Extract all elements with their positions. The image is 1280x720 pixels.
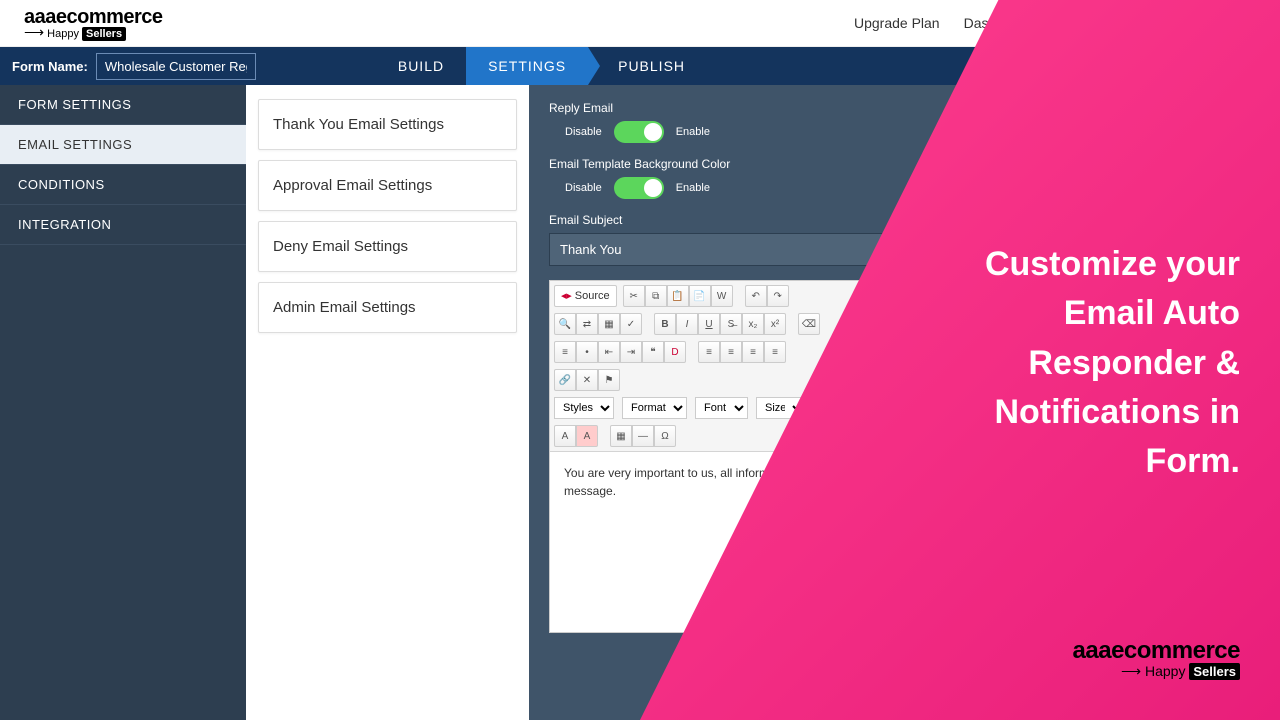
sidebar-form-settings[interactable]: FORM SETTINGS xyxy=(0,85,246,125)
paste-word-icon[interactable]: W xyxy=(711,285,733,307)
sidebar-email-settings[interactable]: EMAIL SETTINGS xyxy=(0,125,246,165)
spell-icon[interactable]: ✓ xyxy=(620,313,642,335)
promo-logo: aaaecommerce ⟶ Happy Sellers xyxy=(1073,637,1240,680)
italic-icon[interactable]: I xyxy=(676,313,698,335)
promo-headline: Customize your Email Auto Responder & No… xyxy=(985,240,1240,486)
undo-icon[interactable]: ↶ xyxy=(745,285,767,307)
nav-upgrade[interactable]: Upgrade Plan xyxy=(854,15,940,31)
bullet-list-icon[interactable]: • xyxy=(576,341,598,363)
card-deny[interactable]: Deny Email Settings xyxy=(258,221,517,272)
card-admin[interactable]: Admin Email Settings xyxy=(258,282,517,333)
format-select[interactable]: Format xyxy=(622,397,687,419)
underline-icon[interactable]: U xyxy=(698,313,720,335)
align-justify-icon[interactable]: ≡ xyxy=(764,341,786,363)
sidebar-integration[interactable]: INTEGRATION xyxy=(0,205,246,245)
indent-icon[interactable]: ⇥ xyxy=(620,341,642,363)
align-left-icon[interactable]: ≡ xyxy=(698,341,720,363)
select-all-icon[interactable]: ▦ xyxy=(598,313,620,335)
cut-icon[interactable]: ✂ xyxy=(623,285,645,307)
align-right-icon[interactable]: ≡ xyxy=(742,341,764,363)
anchor-icon[interactable]: ⚑ xyxy=(598,369,620,391)
tab-publish[interactable]: PUBLISH xyxy=(588,47,707,85)
text-color-icon[interactable]: A xyxy=(554,425,576,447)
find-icon[interactable]: 🔍 xyxy=(554,313,576,335)
strike-icon[interactable]: S̶ xyxy=(720,313,742,335)
unlink-icon[interactable]: ✕ xyxy=(576,369,598,391)
remove-format-icon[interactable]: ⌫ xyxy=(798,313,820,335)
source-button[interactable]: Source xyxy=(554,285,617,307)
sidebar: FORM SETTINGS EMAIL SETTINGS CONDITIONS … xyxy=(0,85,246,720)
tab-build[interactable]: BUILD xyxy=(376,47,466,85)
email-settings-list: Thank You Email Settings Approval Email … xyxy=(246,85,529,720)
font-select[interactable]: Font xyxy=(695,397,748,419)
paste-icon[interactable]: 📋 xyxy=(667,285,689,307)
subscript-icon[interactable]: x₂ xyxy=(742,313,764,335)
reply-email-toggle[interactable] xyxy=(614,121,664,143)
form-name-input[interactable] xyxy=(96,53,256,80)
bold-icon[interactable]: B xyxy=(654,313,676,335)
table-icon[interactable]: ▦ xyxy=(610,425,632,447)
superscript-icon[interactable]: x² xyxy=(764,313,786,335)
logo: aaaecommerce ⟶ Happy Sellers xyxy=(24,7,163,40)
card-approval[interactable]: Approval Email Settings xyxy=(258,160,517,211)
bg-color-toggle[interactable] xyxy=(614,177,664,199)
form-name-label: Form Name: xyxy=(12,59,88,74)
numbered-list-icon[interactable]: ≡ xyxy=(554,341,576,363)
blockquote-icon[interactable]: ❝ xyxy=(642,341,664,363)
redo-icon[interactable]: ↷ xyxy=(767,285,789,307)
outdent-icon[interactable]: ⇤ xyxy=(598,341,620,363)
div-icon[interactable]: D xyxy=(664,341,686,363)
copy-icon[interactable]: ⧉ xyxy=(645,285,667,307)
sidebar-conditions[interactable]: CONDITIONS xyxy=(0,165,246,205)
styles-select[interactable]: Styles xyxy=(554,397,614,419)
align-center-icon[interactable]: ≡ xyxy=(720,341,742,363)
link-icon[interactable]: 🔗 xyxy=(554,369,576,391)
hr-icon[interactable]: — xyxy=(632,425,654,447)
paste-text-icon[interactable]: 📄 xyxy=(689,285,711,307)
replace-icon[interactable]: ⇄ xyxy=(576,313,598,335)
tab-settings[interactable]: SETTINGS xyxy=(466,47,588,85)
special-char-icon[interactable]: Ω xyxy=(654,425,676,447)
bg-color-icon[interactable]: A xyxy=(576,425,598,447)
card-thank-you[interactable]: Thank You Email Settings xyxy=(258,99,517,150)
